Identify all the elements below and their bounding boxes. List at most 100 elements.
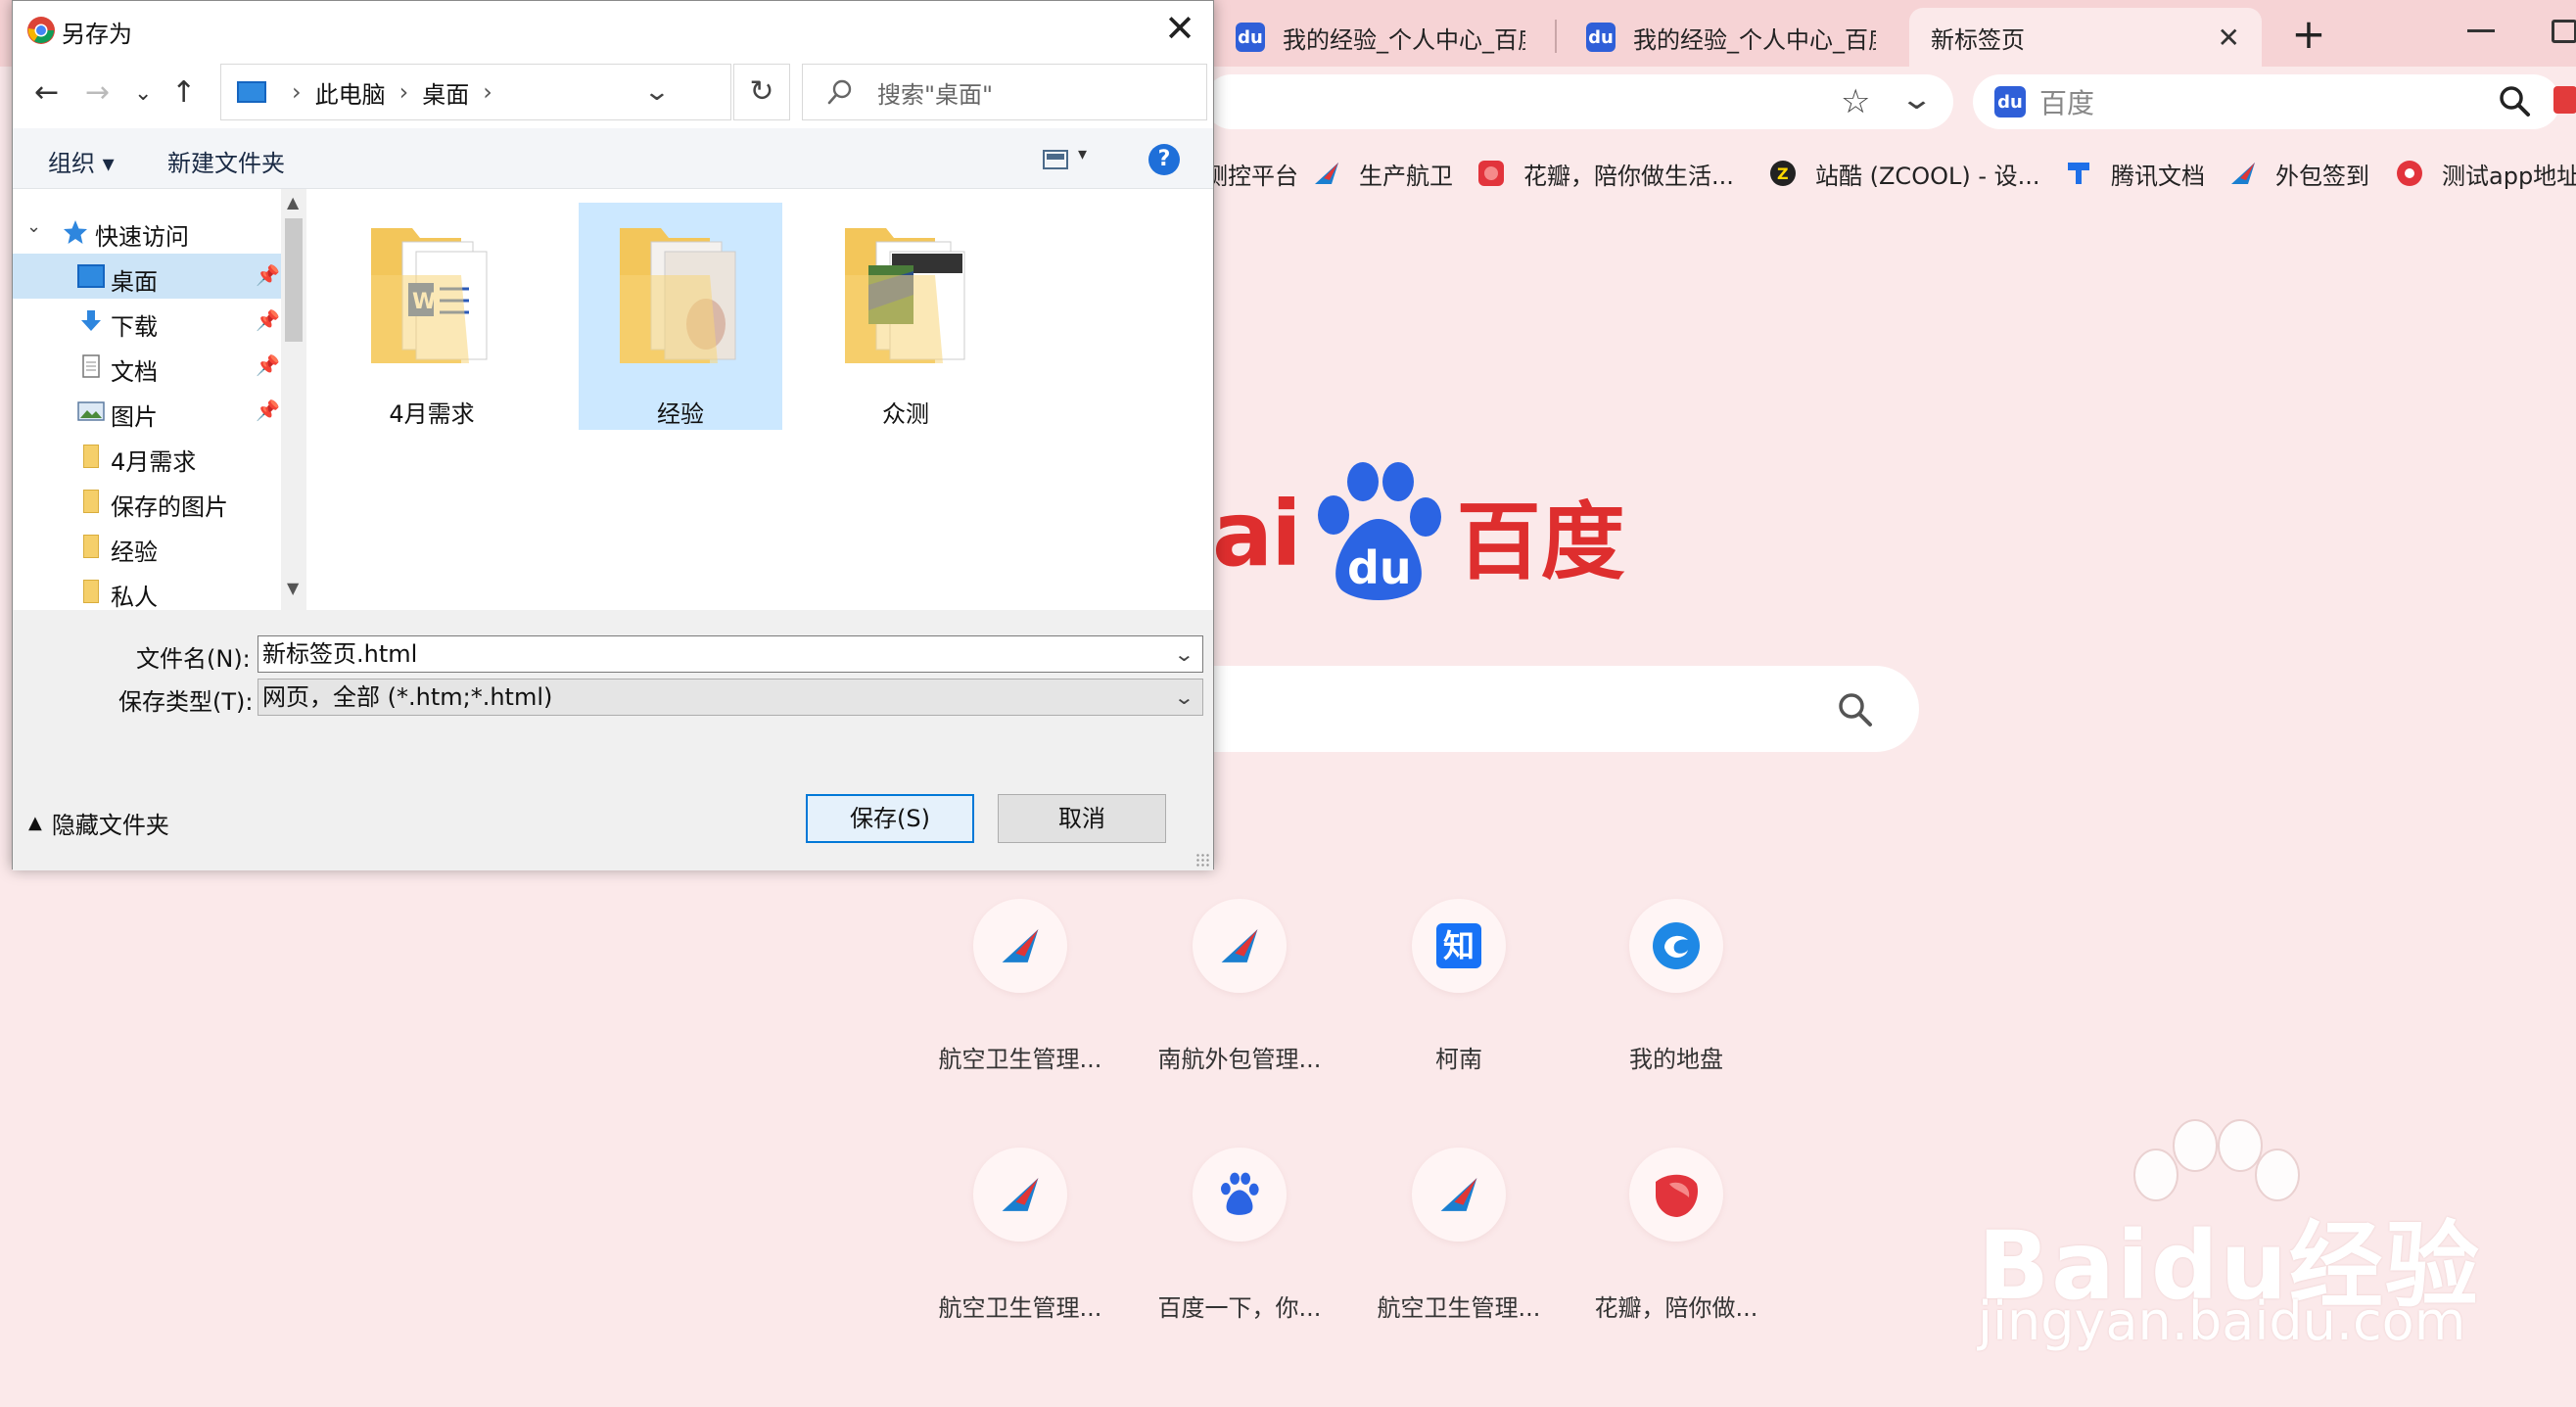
quick-link-aviation-1[interactable]: 航空卫生管理... xyxy=(932,899,1108,1074)
path-dropdown-chevron-icon[interactable]: ⌄ xyxy=(643,77,671,107)
tree-item-pictures[interactable]: 图片 📌 xyxy=(13,389,281,434)
main-search-input[interactable] xyxy=(1165,666,1919,752)
bookmark-test-app[interactable]: 测试app地址 xyxy=(2395,149,2576,198)
path-breadcrumb[interactable]: › 此电脑 › 桌面 › ⌄ xyxy=(220,64,731,120)
folder-item[interactable]: 经验 xyxy=(579,203,782,430)
folder-item[interactable]: 众测 xyxy=(804,203,1007,430)
new-folder-button[interactable]: 新建文件夹 xyxy=(167,144,285,178)
quick-link-icon-bg xyxy=(1193,899,1287,993)
huaban-icon xyxy=(1656,1174,1699,1217)
dialog-title-bar[interactable]: 另存为 ✕ xyxy=(13,1,1213,58)
organize-menu[interactable]: 组织 ▾ xyxy=(48,144,115,178)
save-as-dialog: 另存为 ✕ ← → ⌄ ↑ › 此电脑 › 桌面 › ⌄ ↻ 搜索"桌面" 组织… xyxy=(12,0,1214,870)
chevron-down-icon[interactable]: ⌄ xyxy=(1899,82,1934,117)
hide-folders-toggle[interactable]: ▲ 隐藏文件夹 xyxy=(28,806,169,840)
tree-item-folder[interactable]: 经验 xyxy=(13,524,281,569)
close-icon[interactable]: ✕ xyxy=(1164,7,1195,50)
tree-label: 桌面 xyxy=(111,268,158,296)
resize-grip-icon[interactable] xyxy=(1195,853,1209,867)
tab-jingyan-2[interactable]: du 我的经验_个人中心_百度经验 xyxy=(1565,8,1897,67)
tree-item-folder[interactable]: 私人 xyxy=(13,569,281,610)
breadcrumb-this-pc[interactable]: 此电脑 xyxy=(315,75,386,110)
tree-item-downloads[interactable]: 下载 📌 xyxy=(13,299,281,344)
bookmark-monitor[interactable]: 测控平台 xyxy=(1204,149,1298,198)
new-tab-button[interactable]: + xyxy=(2281,10,2336,61)
search-icon[interactable] xyxy=(1835,689,1876,730)
scroll-down-icon[interactable]: ▼ xyxy=(287,579,299,597)
up-arrow-icon[interactable]: ↑ xyxy=(171,75,196,110)
quick-link-my-space[interactable]: 我的地盘 xyxy=(1588,899,1764,1074)
extension-icon[interactable] xyxy=(2553,86,2576,114)
back-arrow-icon[interactable]: ← xyxy=(34,75,59,110)
tree-item-quick-access[interactable]: ⌄ 快速访问 xyxy=(13,209,281,254)
browser-search-box[interactable]: du 百度 xyxy=(1973,74,2560,129)
tree-item-desktop[interactable]: 桌面 📌 xyxy=(13,254,281,299)
pin-icon[interactable]: 📌 xyxy=(256,263,280,287)
folder-item[interactable]: W 4月需求 xyxy=(330,203,534,430)
forward-arrow-icon[interactable]: → xyxy=(85,75,110,110)
refresh-icon[interactable]: ↻ xyxy=(733,64,790,120)
tencent-docs-icon xyxy=(2068,163,2089,184)
pin-icon[interactable]: 📌 xyxy=(256,399,280,422)
quick-link-aviation-2[interactable]: 航空卫生管理... xyxy=(932,1148,1108,1323)
quick-link-baidu[interactable]: 百度一下，你... xyxy=(1151,1148,1328,1323)
quick-link-icon-bg xyxy=(1629,1148,1723,1242)
baidu-paw-icon: du xyxy=(1994,86,2026,117)
folder-with-photo-icon xyxy=(620,228,736,363)
quick-link-aviation-3[interactable]: 航空卫生管理... xyxy=(1371,1148,1547,1323)
scrollbar-thumb[interactable] xyxy=(285,218,303,342)
minimize-icon[interactable] xyxy=(2467,29,2495,32)
quick-link-label: 航空卫生管理... xyxy=(938,1046,1102,1073)
expand-chevron-icon[interactable]: ⌄ xyxy=(26,216,41,237)
quick-link-huaban[interactable]: 花瓣，陪你做... xyxy=(1588,1148,1764,1323)
chevron-down-icon[interactable]: ⌄ xyxy=(1174,680,1195,715)
tree-label: 私人 xyxy=(111,584,158,610)
chevron-right-icon: › xyxy=(483,78,492,106)
baidu-logo: ai du 百度 xyxy=(1212,460,1625,607)
bookmark-tencent-docs[interactable]: 腾讯文档 xyxy=(2064,149,2205,198)
bookmark-star-icon[interactable]: ☆ xyxy=(1841,82,1870,121)
tree-label: 下载 xyxy=(111,313,158,341)
breadcrumb-desktop[interactable]: 桌面 xyxy=(422,75,469,110)
view-options-icon[interactable] xyxy=(1043,150,1068,169)
pin-icon[interactable]: 📌 xyxy=(256,353,280,377)
pin-icon[interactable]: 📌 xyxy=(256,308,280,332)
quick-link-outsource[interactable]: 南航外包管理... xyxy=(1151,899,1328,1074)
quick-link-conan[interactable]: 知 柯南 xyxy=(1371,899,1547,1074)
navigation-scrollbar[interactable]: ▲ ▼ xyxy=(281,189,306,610)
help-icon[interactable]: ? xyxy=(1148,144,1180,175)
quick-link-label: 南航外包管理... xyxy=(1157,1046,1322,1073)
bookmark-zcool[interactable]: Z 站酷 (ZCOOL) - 设... xyxy=(1768,149,2040,198)
logo-du-text: du xyxy=(1347,541,1412,594)
tree-item-documents[interactable]: 文档 📌 xyxy=(13,344,281,389)
scroll-up-icon[interactable]: ▲ xyxy=(287,193,299,211)
save-button[interactable]: 保存(S) xyxy=(806,794,974,843)
maximize-icon[interactable] xyxy=(2552,20,2576,43)
chevron-down-icon[interactable]: ⌄ xyxy=(1174,636,1195,672)
tree-item-folder[interactable]: 保存的图片 xyxy=(13,479,281,524)
tab-new-tab[interactable]: 新标签页 ✕ xyxy=(1909,8,2262,67)
baidu-paw-icon: du xyxy=(1236,23,1265,52)
quick-link-label: 柯南 xyxy=(1435,1046,1482,1073)
bookmark-production[interactable]: 生产航卫 xyxy=(1312,149,1453,198)
tree-item-folder[interactable]: 4月需求 xyxy=(13,434,281,479)
cancel-button[interactable]: 取消 xyxy=(998,794,1166,843)
view-dropdown-icon[interactable]: ▾ xyxy=(1078,144,1087,164)
quick-link-label: 百度一下，你... xyxy=(1157,1294,1322,1322)
dialog-bottom-pane: 文件名(N): 新标签页.html ⌄ 保存类型(T): 网页，全部 (*.ht… xyxy=(13,610,1213,870)
folder-name: 4月需求 xyxy=(389,400,475,428)
bookmark-label: 测控平台 xyxy=(1204,162,1298,190)
bookmark-outsource[interactable]: 外包签到 xyxy=(2228,149,2369,198)
chrome-icon xyxy=(27,17,55,44)
tree-label: 4月需求 xyxy=(111,448,197,476)
filename-input[interactable]: 新标签页.html ⌄ xyxy=(258,635,1203,673)
recent-locations-chevron-icon[interactable]: ⌄ xyxy=(134,81,152,106)
dialog-search-input[interactable]: 搜索"桌面" xyxy=(802,64,1207,120)
search-icon[interactable] xyxy=(2496,82,2535,121)
tab-jingyan-1[interactable]: du 我的经验_个人中心_百度经验 xyxy=(1214,8,1547,67)
folder-with-word-doc-icon: W xyxy=(371,228,488,363)
dialog-title: 另存为 xyxy=(62,21,132,48)
filetype-select[interactable]: 网页，全部 (*.htm;*.html) ⌄ xyxy=(258,679,1203,716)
close-tab-icon[interactable]: ✕ xyxy=(2218,22,2240,54)
bookmark-huaban[interactable]: 花瓣，陪你做生活... xyxy=(1476,149,1734,198)
